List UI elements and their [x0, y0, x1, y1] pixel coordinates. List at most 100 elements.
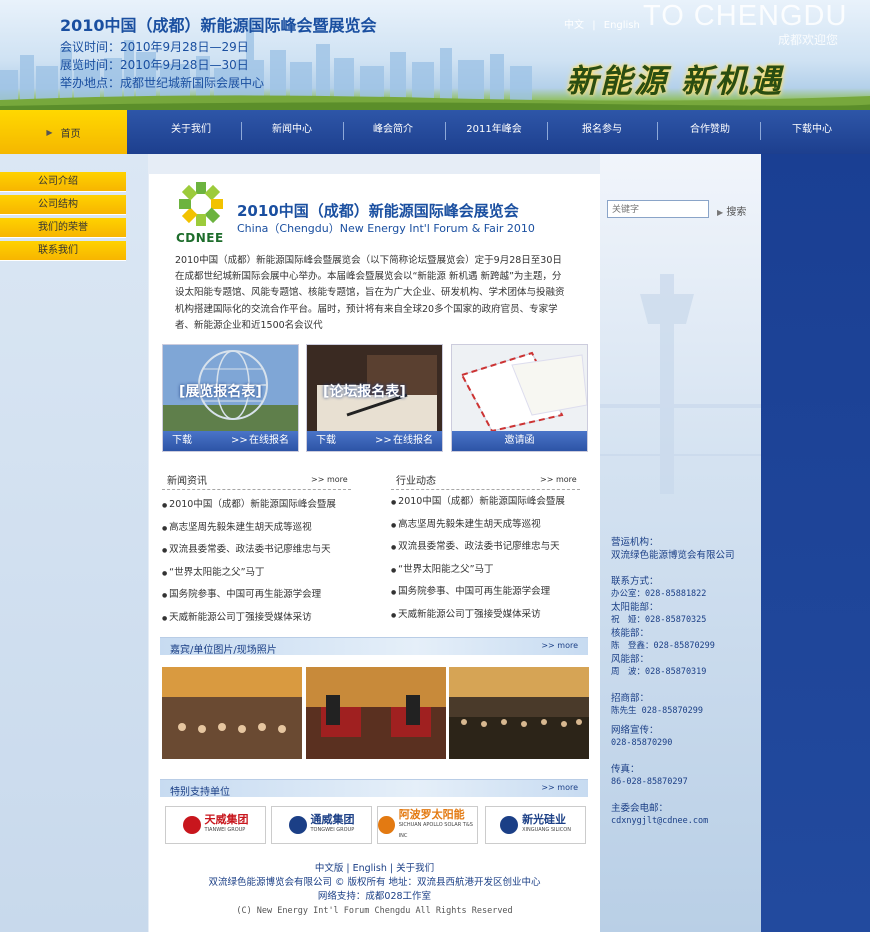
sponsor-emblem-icon [500, 816, 519, 834]
sponsor-logo[interactable]: 通威集团 TONGWEI GROUP [271, 806, 372, 844]
footer-company: 双流绿色能源博览会有限公司 © 版权所有 地址：双流县西航港开发区创业中心 [208, 877, 541, 888]
photos-band-title: 嘉宾/单位图片/现场照片 [170, 645, 277, 656]
nav-item[interactable]: 2011年峰会 [444, 110, 544, 154]
card-bar: 下载 >> 在线报名 [163, 431, 298, 451]
sponsor-logo[interactable]: 阿波罗太阳能 SICHUAN APOLLO SOLAR T&S INC [377, 806, 478, 844]
expo-registration-card[interactable]: [展览报名表] 下载 >> 在线报名 [162, 344, 299, 452]
sponsors-band-title: 特别支持单位 [170, 787, 230, 798]
divider [162, 489, 351, 490]
news-section-title: 新闻资讯 [167, 476, 207, 487]
nav-home-label: 首页 [60, 128, 81, 140]
event-details: 会议时间：2010年9月28日—29日 展览时间：2010年9月28日—30日 … [60, 38, 264, 92]
nav-separator [760, 122, 761, 140]
conference-hall-image [162, 667, 302, 759]
menu-item-contact[interactable]: 联系我们 [0, 241, 126, 261]
footer-support: 网络支持：成都028工作室 [317, 891, 432, 902]
menu-item-honors[interactable]: 我们的荣誉 [0, 218, 126, 238]
news-item[interactable]: ● 天威新能源公司丁强接受媒体采访 [391, 604, 591, 627]
sponsor-logo[interactable]: 新光硅业 XINGUANG SILICON [485, 806, 586, 844]
lang-chinese-link[interactable]: 中文 [564, 20, 584, 31]
nav-separator [445, 122, 446, 140]
event-photo[interactable] [449, 667, 589, 759]
logo-petal [179, 199, 191, 209]
sponsor-name: 天威集团 [204, 813, 249, 826]
invest-label: 招商部： [611, 693, 650, 704]
nav-item[interactable]: 关于我们 [141, 110, 241, 154]
news-item[interactable]: ● 高志坚周先毅朱建生胡天成等巡视 [391, 514, 591, 537]
invitation-link[interactable]: 邀请函 [505, 435, 535, 446]
invitation-card[interactable]: 邀请函 [451, 344, 588, 452]
nav-item[interactable]: 新闻中心 [242, 110, 342, 154]
news-item[interactable]: ● 国务院参事、中国可再生能源学会理 [391, 581, 591, 604]
lang-english-link[interactable]: English [604, 20, 640, 31]
double-arrow-icon: >> [231, 435, 248, 446]
photos-band: 嘉宾/单位图片/现场照片 >> more [160, 637, 588, 656]
event-photo[interactable] [306, 667, 446, 759]
forum-registration-card[interactable]: [论坛报名表] 下载 >> 在线报名 [306, 344, 443, 452]
news-item[interactable]: ● 双流县委常委、政法委书记廖维忠与天 [391, 536, 591, 559]
news-item[interactable]: ● 天威新能源公司丁强接受媒体采访 [162, 607, 362, 630]
expo-subtitle: China（Chengdu）New Energy Int'l Forum & F… [237, 222, 535, 235]
sponsor-text: 天威集团 TIANWEI GROUP [205, 814, 249, 836]
org-name: 双流绿色能源博览会有限公司 [611, 550, 735, 561]
nav-separator [343, 122, 344, 140]
nav-separator [547, 122, 548, 140]
footer-links[interactable]: 中文版 | English | 关于我们 [149, 862, 600, 876]
news-item[interactable]: ● 2010中国（成都）新能源国际峰会暨展 [162, 494, 362, 517]
audience-image [449, 667, 589, 759]
right-decor-strip [761, 154, 870, 932]
menu-item-company-intro[interactable]: 公司介绍 [0, 172, 126, 192]
sponsor-name-en: XINGUANG SILICON [522, 827, 571, 833]
play-arrow-icon: ▶ [46, 127, 53, 137]
menu-item-company-structure[interactable]: 公司结构 [0, 195, 126, 215]
to-chengdu-text: TO CHENGDU [643, 0, 848, 32]
contact-info: 营运机构： 双流绿色能源博览会有限公司 联系方式： 办公室：028-858818… [611, 536, 761, 828]
search-input[interactable] [607, 200, 709, 218]
online-register-link[interactable]: 在线报名 [393, 431, 433, 451]
email-address[interactable]: cdxnygjlt@cdnee.com [611, 815, 761, 828]
industry-more-link[interactable]: >> more [540, 475, 577, 484]
logo-petal [196, 182, 206, 194]
nav-separator [241, 122, 242, 140]
card-bar: 邀请函 [452, 431, 587, 451]
search-button[interactable]: ▶ 搜索 [717, 203, 746, 218]
photos-more-link[interactable]: >> more [541, 641, 578, 650]
wind-label: 风能部： [611, 654, 650, 665]
nav-item[interactable]: 报名参与 [552, 110, 652, 154]
news-more-link[interactable]: >> more [311, 475, 348, 484]
sponsor-emblem-icon [182, 816, 201, 834]
header-banner: 2010中国（成都）新能源国际峰会暨展览会 会议时间：2010年9月28日—29… [0, 0, 870, 110]
sponsor-logo[interactable]: 天威集团 TIANWEI GROUP [165, 806, 266, 844]
news-item-label: 高志坚周先毅朱建生胡天成等巡视 [398, 518, 541, 530]
sponsor-text: 阿波罗太阳能 SICHUAN APOLLO SOLAR T&S INC [399, 809, 477, 842]
news-item[interactable]: ● “世界太阳能之父”马丁 [162, 562, 362, 585]
news-item-label: 双流县委常委、政法委书记廖维忠与天 [398, 541, 560, 552]
download-link[interactable]: 下载 [172, 431, 192, 451]
news-item-label: 高志坚周先毅朱建生胡天成等巡视 [169, 521, 312, 533]
event-photo[interactable] [162, 667, 302, 759]
sponsors-more-link[interactable]: >> more [541, 783, 578, 792]
nav-item[interactable]: 合作赞助 [660, 110, 760, 154]
publicity-contact: 028-85870290 [611, 738, 673, 748]
guests-meeting-image [306, 667, 446, 759]
industry-section-title: 行业动态 [396, 476, 436, 487]
publicity-label: 网络宣传： [611, 725, 659, 736]
nav-home[interactable]: ▶ 首页 [0, 110, 127, 154]
news-item[interactable]: ● 国务院参事、中国可再生能源学会理 [162, 584, 362, 607]
nav-items: 关于我们 新闻中心 峰会简介 2011年峰会 报名参与 合作赞助 下载中心 [127, 110, 870, 154]
online-register-link[interactable]: 在线报名 [249, 431, 289, 451]
nuclear-contact: 陈 登鑫：028-85870299 [611, 641, 715, 651]
nav-item[interactable]: 峰会简介 [343, 110, 443, 154]
news-item[interactable]: ● 2010中国（成都）新能源国际峰会暨展 [391, 491, 591, 514]
news-item[interactable]: ● 双流县委常委、政法委书记廖维忠与天 [162, 539, 362, 562]
news-item[interactable]: ● 高志坚周先毅朱建生胡天成等巡视 [162, 517, 362, 540]
nav-item[interactable]: 下载中心 [762, 110, 862, 154]
expo-title: 2010中国（成都）新能源国际峰会展览会 [237, 202, 519, 220]
double-arrow-icon: >> [375, 435, 392, 446]
venue: 举办地点：成都世纪城新国际会展中心 [60, 76, 265, 90]
news-item-label: 国务院参事、中国可再生能源学会理 [169, 589, 322, 600]
sponsor-name-en: TONGWEI GROUP [310, 827, 355, 833]
news-item[interactable]: ● “世界太阳能之父”马丁 [391, 559, 591, 582]
logo-petal [211, 199, 223, 209]
download-link[interactable]: 下载 [316, 431, 336, 451]
